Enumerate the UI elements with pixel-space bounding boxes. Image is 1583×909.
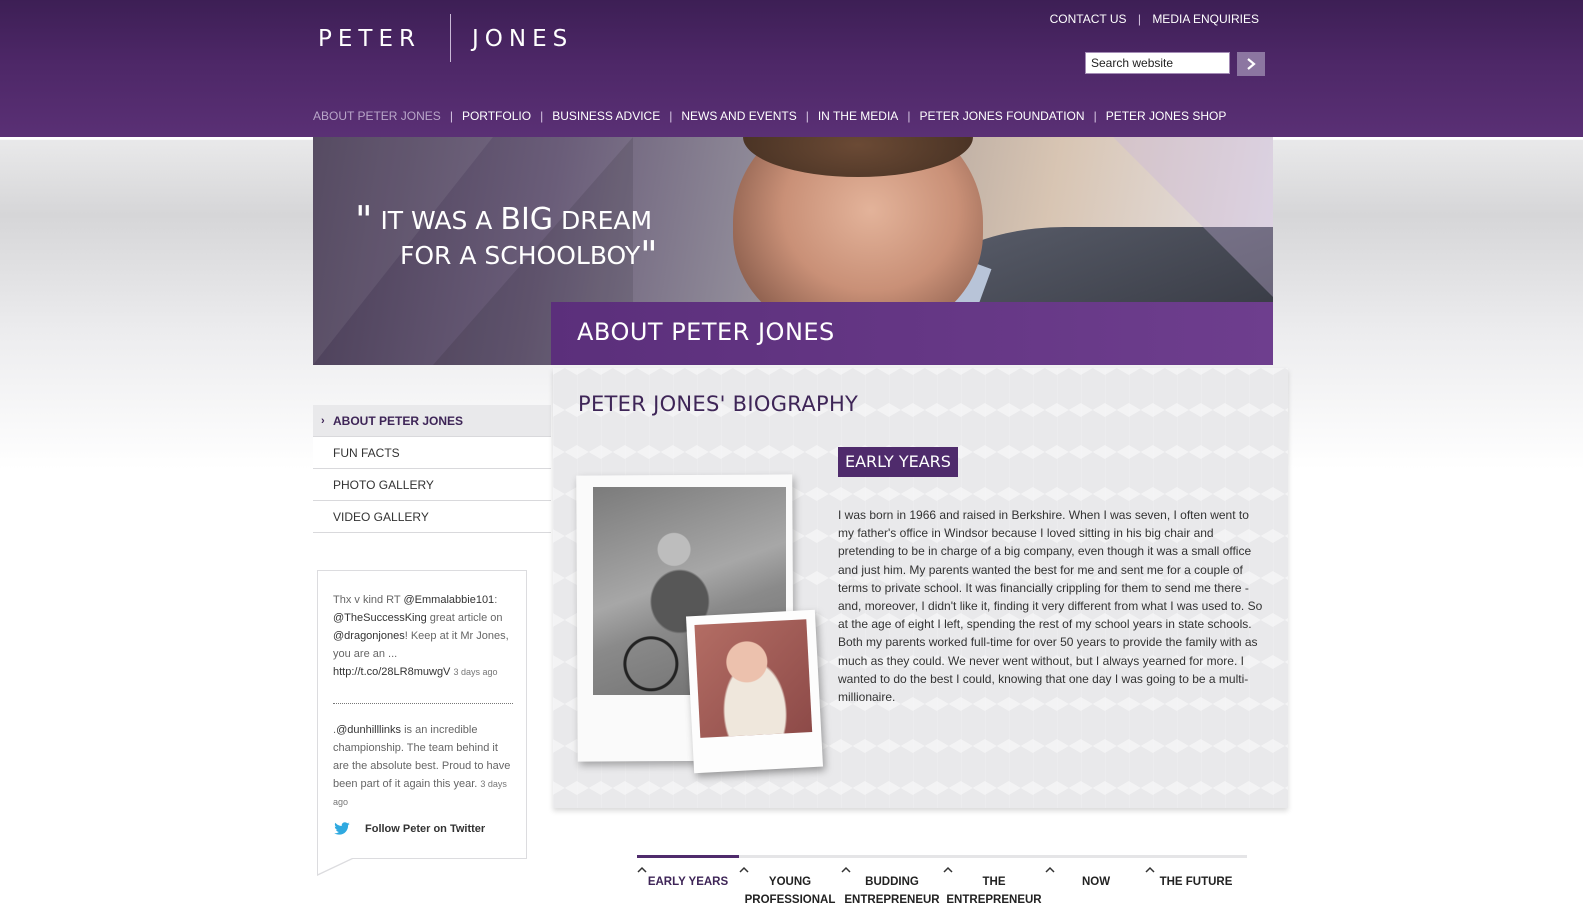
sidebar-nav: › ABOUT PETER JONES FUN FACTS PHOTO GALL… bbox=[313, 405, 551, 533]
tweet-mention[interactable]: @dunhilllinks bbox=[336, 724, 401, 736]
sidebar-item-label: FUN FACTS bbox=[333, 446, 400, 460]
sidebar-item-about[interactable]: › ABOUT PETER JONES bbox=[313, 405, 551, 437]
nav-separator: | bbox=[669, 109, 673, 123]
nav-separator: | bbox=[907, 109, 911, 123]
hero-decoration bbox=[1113, 137, 1273, 297]
utility-links: CONTACT US | MEDIA ENQUIRIES bbox=[1050, 12, 1259, 26]
tab-now[interactable]: NOW bbox=[1045, 865, 1147, 891]
biography-text: I was born in 1966 and raised in Berkshi… bbox=[838, 508, 1263, 705]
tab-label: YOUNG bbox=[768, 876, 812, 888]
quote-text: IT WAS A bbox=[380, 206, 501, 235]
nav-separator: | bbox=[805, 109, 809, 123]
media-enquiries-link[interactable]: MEDIA ENQUIRIES bbox=[1152, 12, 1259, 26]
nav-item-news-events[interactable]: NEWS AND EVENTS bbox=[681, 109, 796, 123]
sidebar-item-label: ABOUT PETER JONES bbox=[333, 414, 464, 428]
twitter-feed: Thx v kind RT @Emmalabbie101: @TheSucces… bbox=[317, 570, 527, 859]
nav-item-about[interactable]: ABOUT PETER JONES bbox=[313, 109, 441, 123]
nav-item-business-advice[interactable]: BUSINESS ADVICE bbox=[552, 109, 660, 123]
logo-divider bbox=[450, 14, 451, 62]
section-banner: ABOUT PETER JONES bbox=[551, 302, 1273, 365]
search-submit-button[interactable] bbox=[1237, 52, 1265, 76]
tab-the-entrepreneur[interactable]: THE ENTREPRENEUR bbox=[943, 865, 1045, 909]
tweet-text: great article on bbox=[426, 612, 503, 624]
tweet-divider bbox=[333, 703, 513, 704]
section-banner-title: ABOUT PETER JONES bbox=[577, 318, 835, 346]
nav-separator: | bbox=[449, 109, 453, 123]
chevron-right-icon bbox=[1247, 58, 1256, 70]
tab-label: ENTREPRENEUR bbox=[844, 894, 940, 906]
tab-budding-entrepreneur[interactable]: BUDDING ENTREPRENEUR bbox=[841, 865, 943, 909]
tweet: Thx v kind RT @Emmalabbie101: @TheSucces… bbox=[333, 591, 515, 681]
search-input[interactable] bbox=[1085, 52, 1230, 74]
close-quote-mark: " bbox=[640, 233, 658, 277]
baby-photo bbox=[694, 619, 813, 738]
tweet-mention[interactable]: @TheSuccessKing bbox=[333, 612, 427, 624]
chevron-up-icon bbox=[739, 866, 749, 873]
chevron-up-icon bbox=[1145, 866, 1155, 873]
tweet: .@dunhilllinks is an incredible champion… bbox=[333, 721, 515, 811]
chevron-up-icon bbox=[841, 866, 851, 873]
section-title: EARLY YEARS bbox=[838, 447, 958, 477]
page-title: PETER JONES' BIOGRAPHY bbox=[578, 392, 859, 416]
tweet-timestamp: 3 days ago bbox=[453, 667, 498, 677]
twitter-box-tail bbox=[318, 858, 352, 874]
hero-quote-line-2: FOR A SCHOOLBOY" bbox=[400, 236, 658, 274]
tweet-text: Thx v kind RT bbox=[333, 594, 404, 606]
baby-photo-frame bbox=[685, 609, 824, 774]
sidebar-item-fun-facts[interactable]: FUN FACTS bbox=[313, 437, 551, 469]
sidebar-item-label: PHOTO GALLERY bbox=[333, 478, 434, 492]
sidebar-item-photo-gallery[interactable]: PHOTO GALLERY bbox=[313, 469, 551, 501]
tab-label: THE bbox=[982, 876, 1006, 888]
hero-banner: " IT WAS A BIG DREAM FOR A SCHOOLBOY" AB… bbox=[313, 137, 1273, 365]
tab-young-professional[interactable]: YOUNG PROFESSIONAL bbox=[739, 865, 841, 909]
nav-item-in-the-media[interactable]: IN THE MEDIA bbox=[818, 109, 898, 123]
chevron-right-icon: › bbox=[321, 415, 325, 427]
nav-item-foundation[interactable]: PETER JONES FOUNDATION bbox=[919, 109, 1084, 123]
hero-quote-line-1: " IT WAS A BIG DREAM bbox=[355, 201, 653, 239]
utility-separator: | bbox=[1137, 12, 1141, 26]
chevron-up-icon bbox=[1045, 866, 1055, 873]
nav-item-shop[interactable]: PETER JONES SHOP bbox=[1106, 109, 1227, 123]
logo-last-name: JONES bbox=[472, 26, 574, 52]
tab-label: THE FUTURE bbox=[1159, 876, 1233, 888]
biography-panel: PETER JONES' BIOGRAPHY EARLY YEARS I was… bbox=[553, 368, 1288, 808]
open-quote-mark: " bbox=[355, 198, 373, 242]
quote-text: FOR A SCHOOLBOY bbox=[400, 241, 641, 270]
site-header: PETER JONES CONTACT US | MEDIA ENQUIRIES… bbox=[0, 0, 1583, 137]
tweet-link[interactable]: http://t.co/28LR8muwgV bbox=[333, 666, 450, 678]
follow-twitter-link[interactable]: Follow Peter on Twitter bbox=[333, 822, 485, 836]
tab-label: BUDDING bbox=[865, 876, 919, 888]
logo-first-name: PETER bbox=[318, 26, 421, 52]
tab-label: NOW bbox=[1081, 876, 1111, 888]
tweet-mention[interactable]: @Emmalabbie101 bbox=[404, 594, 495, 606]
tab-label: EARLY YEARS bbox=[647, 876, 729, 888]
quote-emphasis: BIG bbox=[500, 202, 554, 237]
nav-item-portfolio[interactable]: PORTFOLIO bbox=[462, 109, 531, 123]
main-nav: ABOUT PETER JONES | PORTFOLIO | BUSINESS ADV… bbox=[313, 109, 1226, 123]
tweet-text: : bbox=[494, 594, 498, 606]
chevron-up-icon bbox=[637, 866, 647, 873]
sidebar-item-label: VIDEO GALLERY bbox=[333, 510, 429, 524]
nav-separator: | bbox=[540, 109, 544, 123]
follow-twitter-label: Follow Peter on Twitter bbox=[365, 823, 486, 835]
nav-separator: | bbox=[1093, 109, 1097, 123]
tab-label: ENTREPRENEUR bbox=[946, 894, 1042, 906]
contact-us-link[interactable]: CONTACT US bbox=[1050, 12, 1127, 26]
sidebar-item-video-gallery[interactable]: VIDEO GALLERY bbox=[313, 501, 551, 533]
twitter-bird-icon bbox=[334, 822, 350, 835]
chevron-up-icon bbox=[943, 866, 953, 873]
tab-early-years[interactable]: EARLY YEARS bbox=[637, 865, 739, 891]
quote-text: DREAM bbox=[553, 206, 653, 235]
tab-the-future[interactable]: THE FUTURE bbox=[1145, 865, 1247, 891]
tab-label: PROFESSIONAL bbox=[744, 894, 836, 906]
timeline-tabs: EARLY YEARS YOUNG PROFESSIONAL BUDDING ENT… bbox=[637, 855, 1247, 906]
timeline-active-indicator bbox=[637, 855, 739, 858]
tweet-mention[interactable]: @dragonjones bbox=[333, 630, 405, 642]
